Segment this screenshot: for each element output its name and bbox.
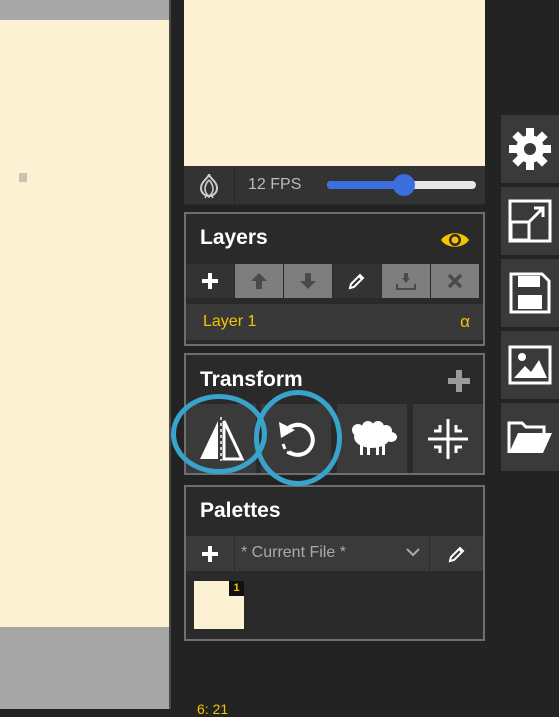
splitter[interactable]	[169, 0, 171, 709]
folder-open-icon	[507, 421, 552, 453]
add-palette-button[interactable]	[186, 536, 235, 571]
transform-title: Transform	[200, 368, 303, 391]
canvas-pixel	[19, 173, 27, 182]
fps-slider-thumb[interactable]	[393, 174, 416, 196]
palettes-panel: Palettes * Current File * 1	[184, 485, 485, 641]
resize-button[interactable]	[501, 187, 559, 255]
layer-name: Layer 1	[203, 313, 257, 330]
flip-button[interactable]	[186, 404, 256, 473]
palette-swatch[interactable]: 1	[194, 581, 244, 629]
merge-down-icon	[396, 273, 416, 290]
open-file-button[interactable]	[501, 403, 559, 471]
canvas-margin	[0, 0, 169, 20]
drawing-canvas[interactable]	[0, 20, 169, 627]
delete-layer-button[interactable]	[431, 264, 479, 298]
palettes-title: Palettes	[200, 499, 281, 522]
layer-alpha-toggle[interactable]: α	[460, 312, 470, 332]
fps-slider[interactable]	[327, 174, 476, 196]
drawing-area[interactable]	[0, 0, 170, 709]
palette-select[interactable]: * Current File *	[235, 536, 430, 571]
pencil-icon	[448, 546, 464, 562]
image-icon	[508, 345, 552, 385]
settings-button[interactable]	[501, 115, 559, 183]
layers-toolbar	[186, 264, 479, 298]
swatch-badge: 1	[229, 581, 244, 596]
palette-toolbar: * Current File *	[186, 536, 483, 571]
palette-select-value: * Current File *	[241, 544, 346, 561]
sheep-icon	[352, 420, 397, 455]
fps-label: 12 FPS	[248, 176, 302, 193]
fps-bar: 12 FPS	[184, 166, 485, 205]
align-button[interactable]	[413, 404, 483, 473]
export-image-button[interactable]	[501, 331, 559, 399]
merge-layer-button[interactable]	[382, 264, 431, 298]
rotate-button[interactable]	[261, 404, 331, 473]
flip-horizontal-icon	[200, 416, 245, 461]
layers-panel: Layers Layer 1 α	[184, 212, 485, 346]
onion-skin-button[interactable]	[184, 166, 235, 204]
close-icon	[447, 273, 463, 289]
save-icon	[509, 272, 551, 314]
arrow-down-icon	[300, 273, 316, 289]
layers-title: Layers	[200, 226, 268, 249]
save-button[interactable]	[501, 259, 559, 327]
transform-panel: Transform	[184, 353, 485, 475]
eye-icon[interactable]	[439, 230, 471, 250]
arrow-up-icon	[251, 273, 267, 289]
move-layer-down-button[interactable]	[284, 264, 333, 298]
plus-icon	[202, 545, 218, 562]
onion-icon	[199, 173, 219, 199]
add-layer-button[interactable]	[186, 264, 235, 298]
rotate-icon	[279, 421, 315, 457]
chevron-down-icon	[406, 548, 420, 557]
settings-icon	[509, 128, 551, 170]
clone-button[interactable]	[337, 404, 407, 473]
plus-icon	[202, 273, 218, 289]
status-readout: 6: 21	[197, 701, 229, 717]
move-layer-up-button[interactable]	[235, 264, 284, 298]
align-center-icon	[428, 418, 468, 459]
edit-palette-button[interactable]	[430, 536, 483, 571]
plus-icon[interactable]	[447, 369, 471, 393]
animation-preview	[184, 0, 485, 166]
resize-icon	[508, 199, 552, 243]
pencil-icon	[348, 273, 365, 290]
layer-list-item[interactable]: Layer 1 α	[186, 304, 483, 340]
edit-layer-button[interactable]	[333, 264, 382, 298]
